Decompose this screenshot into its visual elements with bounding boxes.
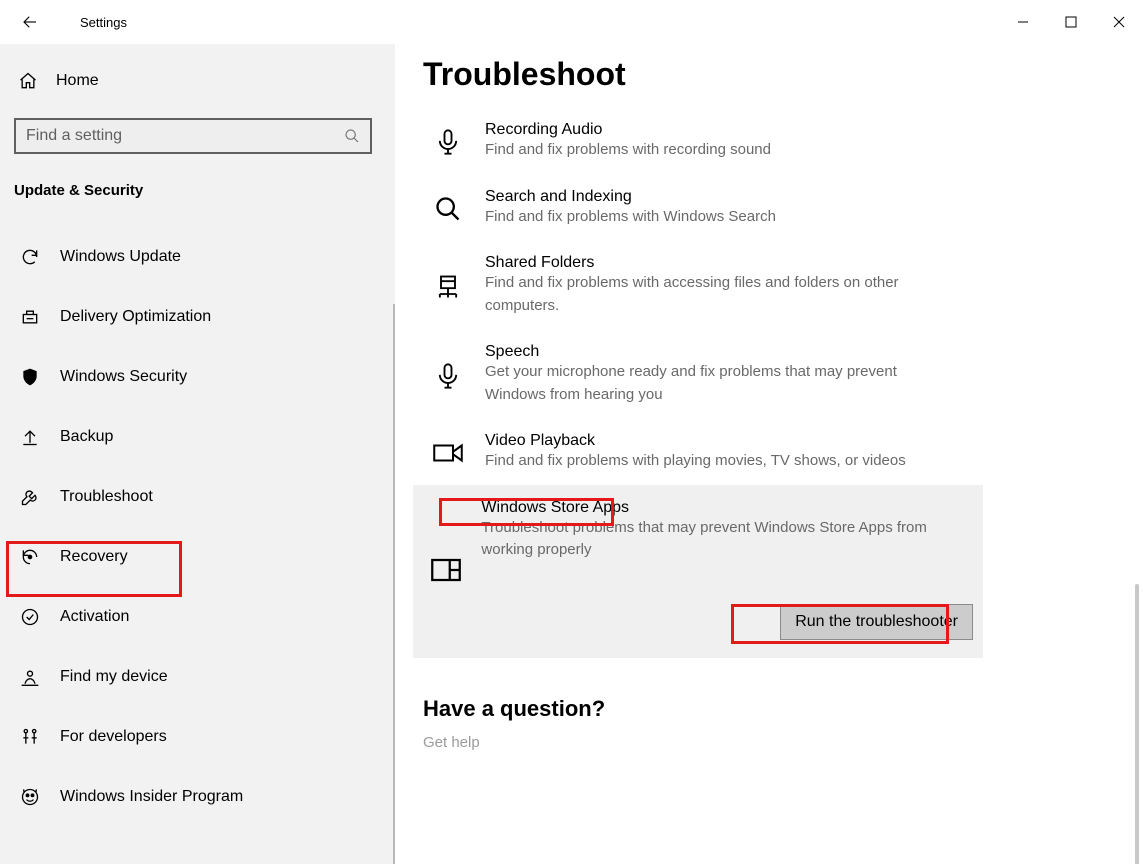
troubleshooter-desc: Get your microphone ready and fix proble… (485, 361, 955, 406)
troubleshooter-title: Recording Audio (485, 121, 1103, 139)
close-icon (1113, 16, 1125, 28)
close-button[interactable] (1095, 6, 1143, 38)
maximize-button[interactable] (1047, 6, 1095, 38)
sidebar-item-label: Recovery (60, 548, 128, 566)
sidebar-item-label: Windows Security (60, 368, 187, 386)
sidebar-item-label: Delivery Optimization (60, 308, 211, 326)
sidebar-item-windows-insider[interactable]: Windows Insider Program (0, 767, 395, 827)
microphone-icon (429, 121, 467, 162)
troubleshooter-title: Windows Store Apps (481, 499, 941, 517)
search-icon (344, 128, 360, 144)
troubleshooter-shared-folders[interactable]: Shared Folders Find and fix problems wit… (423, 240, 1143, 329)
sidebar-item-label: Find my device (60, 668, 168, 686)
wrench-icon (18, 487, 42, 507)
sidebar-item-windows-security[interactable]: Windows Security (0, 347, 395, 407)
sidebar-item-for-developers[interactable]: For developers (0, 707, 395, 767)
apps-icon (429, 499, 463, 640)
troubleshooter-video-playback[interactable]: Video Playback Find and fix problems wit… (423, 418, 1143, 485)
troubleshooter-desc: Troubleshoot problems that may prevent W… (481, 517, 941, 562)
search-field[interactable] (14, 118, 372, 154)
sidebar-item-label: Activation (60, 608, 129, 626)
video-icon (429, 432, 467, 473)
home-icon (18, 71, 38, 91)
find-device-icon (18, 667, 42, 687)
main-scrollbar[interactable] (1135, 584, 1139, 864)
sidebar-item-label: For developers (60, 728, 167, 746)
sidebar-home[interactable]: Home (0, 58, 395, 104)
troubleshooter-recording-audio[interactable]: Recording Audio Find and fix problems wi… (423, 107, 1143, 174)
troubleshooter-title: Video Playback (485, 432, 1103, 450)
search-wrap (0, 104, 395, 154)
search-input[interactable] (26, 127, 344, 145)
window-title: Settings (52, 15, 127, 30)
troubleshooter-title: Speech (485, 343, 955, 361)
body: Home Update & Security Windows Update De… (0, 44, 1143, 864)
magnifier-icon (429, 188, 467, 229)
sidebar-item-find-my-device[interactable]: Find my device (0, 647, 395, 707)
back-button[interactable] (8, 0, 52, 44)
maximize-icon (1065, 16, 1077, 28)
arrow-left-icon (21, 13, 39, 31)
developers-icon (18, 727, 42, 747)
sidebar-item-delivery-optimization[interactable]: Delivery Optimization (0, 287, 395, 347)
sidebar: Home Update & Security Windows Update De… (0, 44, 395, 864)
sidebar-section-title: Update & Security (0, 154, 395, 209)
troubleshooter-list: Recording Audio Find and fix problems wi… (423, 107, 1143, 658)
main-content: Troubleshoot Recording Audio Find and fi… (395, 44, 1143, 864)
shield-icon (18, 367, 42, 387)
sidebar-item-troubleshoot[interactable]: Troubleshoot (0, 467, 395, 527)
check-circle-icon (18, 607, 42, 627)
minimize-icon (1017, 16, 1029, 28)
troubleshooter-windows-store-apps[interactable]: Windows Store Apps Troubleshoot problems… (413, 485, 983, 658)
sidebar-nav: Windows Update Delivery Optimization Win… (0, 209, 395, 827)
settings-window: Settings Home Update & Security (0, 0, 1143, 864)
troubleshooter-desc: Find and fix problems with accessing fil… (485, 272, 945, 317)
window-controls (999, 6, 1143, 38)
troubleshooter-title: Search and Indexing (485, 188, 1103, 206)
troubleshooter-desc: Find and fix problems with recording sou… (485, 139, 1103, 162)
troubleshooter-search-indexing[interactable]: Search and Indexing Find and fix problem… (423, 174, 1143, 241)
sidebar-item-label: Backup (60, 428, 113, 446)
have-a-question-heading: Have a question? (423, 696, 1143, 722)
backup-icon (18, 427, 42, 447)
titlebar: Settings (0, 0, 1143, 44)
get-help-link[interactable]: Get help (423, 734, 1143, 751)
microphone-icon (429, 343, 467, 406)
sidebar-home-label: Home (56, 72, 99, 90)
sidebar-item-windows-update[interactable]: Windows Update (0, 227, 395, 287)
troubleshooter-desc: Find and fix problems with Windows Searc… (485, 206, 1103, 229)
troubleshooter-speech[interactable]: Speech Get your microphone ready and fix… (423, 329, 1143, 418)
shared-folder-icon (429, 254, 467, 317)
minimize-button[interactable] (999, 6, 1047, 38)
sidebar-item-backup[interactable]: Backup (0, 407, 395, 467)
run-troubleshooter-button[interactable]: Run the troubleshooter (780, 604, 973, 640)
sidebar-item-label: Windows Update (60, 248, 181, 266)
refresh-icon (18, 247, 42, 267)
insider-icon (18, 787, 42, 807)
sidebar-item-activation[interactable]: Activation (0, 587, 395, 647)
page-title: Troubleshoot (423, 56, 1143, 93)
troubleshooter-desc: Find and fix problems with playing movie… (485, 450, 1103, 473)
sidebar-item-label: Troubleshoot (60, 488, 153, 506)
troubleshooter-title: Shared Folders (485, 254, 945, 272)
titlebar-left: Settings (0, 0, 127, 44)
recovery-icon (18, 547, 42, 567)
optimization-icon (18, 307, 42, 327)
sidebar-item-label: Windows Insider Program (60, 788, 243, 806)
sidebar-item-recovery[interactable]: Recovery (0, 527, 395, 587)
